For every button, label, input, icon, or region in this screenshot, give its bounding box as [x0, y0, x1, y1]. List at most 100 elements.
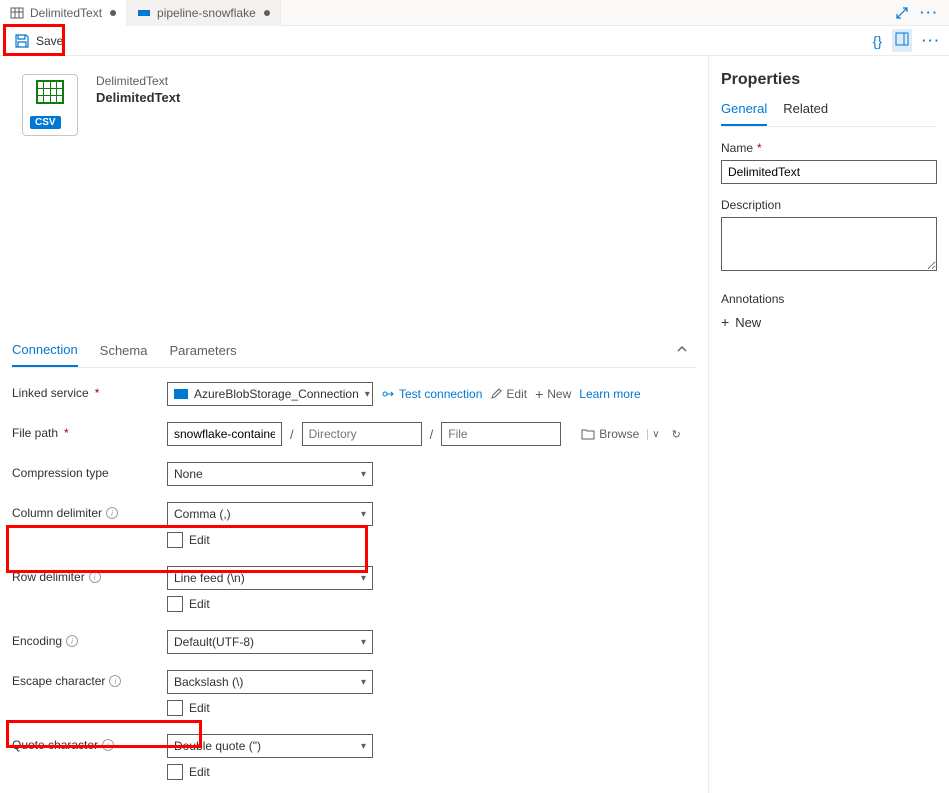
column-delimiter-select[interactable]: Comma (,)▾	[167, 502, 373, 526]
more-icon[interactable]: ···	[922, 33, 941, 48]
row-linked-service: Linked service* AzureBlobStorage_Connect…	[12, 382, 696, 408]
file-path-label: File path*	[12, 422, 167, 440]
chevron-down-icon: ▾	[361, 741, 366, 752]
row-quote: Quote characteri Double quote (")▾	[12, 734, 696, 760]
csv-badge: CSV	[30, 116, 61, 129]
properties-icon	[895, 32, 909, 46]
dataset-name: DelimitedText	[96, 90, 180, 105]
linked-service-select[interactable]: AzureBlobStorage_Connection ▾	[167, 382, 373, 406]
new-linked-service-button[interactable]: + New	[535, 386, 571, 402]
test-icon	[381, 387, 395, 401]
row-column-delimiter: Column delimiteri Comma (,)▾	[12, 502, 696, 528]
chevron-down-icon: ▾	[361, 573, 366, 584]
quote-edit-checkbox[interactable]	[167, 764, 183, 780]
rowdelim-edit-checkbox[interactable]	[167, 596, 183, 612]
table-icon	[10, 6, 24, 20]
collapse-section-button[interactable]	[668, 335, 696, 366]
chevron-down-icon: ▾	[365, 389, 370, 400]
info-icon[interactable]: i	[106, 507, 118, 519]
props-tab-related[interactable]: Related	[783, 101, 828, 126]
tab-schema[interactable]: Schema	[100, 335, 148, 366]
connection-form: Linked service* AzureBlobStorage_Connect…	[0, 368, 708, 793]
more-icon[interactable]: ···	[920, 5, 939, 20]
escape-edit-checkbox[interactable]	[167, 700, 183, 716]
container-input[interactable]	[167, 422, 282, 446]
edit-label: Edit	[189, 597, 210, 611]
column-delimiter-label: Column delimiteri	[12, 502, 167, 520]
editor-pane: CSV DelimitedText DelimitedText Connecti…	[0, 56, 709, 793]
info-icon[interactable]: i	[66, 635, 78, 647]
properties-toggle-button[interactable]	[892, 29, 912, 52]
file-input[interactable]	[441, 422, 561, 446]
toolbar-right: {} ···	[873, 29, 949, 52]
directory-input[interactable]	[302, 422, 422, 446]
plus-icon: +	[535, 386, 543, 402]
encoding-label: Encodingi	[12, 630, 167, 648]
edit-label: Edit	[189, 701, 210, 715]
refresh-icon[interactable]: ↻	[672, 428, 681, 441]
tab-parameters[interactable]: Parameters	[169, 335, 236, 366]
dataset-header: CSV DelimitedText DelimitedText	[0, 56, 708, 144]
description-field-label: Description	[721, 198, 937, 212]
new-annotation-label: New	[735, 315, 761, 330]
main-area: CSV DelimitedText DelimitedText Connecti…	[0, 56, 949, 793]
csv-file-icon: CSV	[22, 74, 78, 136]
name-field-label: Name*	[721, 141, 937, 155]
row-escape: Escape characteri Backslash (\)▾	[12, 670, 696, 696]
tabs-right-actions: ···	[894, 5, 949, 21]
toolbar: Save {} ···	[0, 26, 949, 56]
dataset-type: DelimitedText	[96, 74, 180, 88]
dataset-names: DelimitedText DelimitedText	[96, 74, 180, 105]
expand-icon[interactable]	[894, 5, 910, 21]
document-tabs: DelimitedText pipeline-snowflake ···	[0, 0, 949, 26]
encoding-select[interactable]: Default(UTF-8)▾	[167, 630, 373, 654]
row-delimiter-label: Row delimiteri	[12, 566, 167, 584]
path-sep: /	[290, 427, 294, 442]
pipeline-icon	[137, 6, 151, 20]
row-delimiter-edit-row: Edit	[167, 596, 696, 612]
quote-edit-row: Edit	[167, 764, 696, 780]
name-input[interactable]	[721, 160, 937, 184]
dirty-indicator-icon	[264, 10, 270, 16]
tab-connection[interactable]: Connection	[12, 334, 78, 367]
quote-label: Quote characteri	[12, 734, 167, 752]
description-input[interactable]	[721, 217, 937, 271]
browse-button[interactable]: Browse	[581, 427, 639, 441]
edit-label: Edit	[189, 533, 210, 547]
row-compression: Compression type None▾	[12, 462, 696, 488]
pencil-icon	[490, 388, 502, 400]
coldelim-edit-checkbox[interactable]	[167, 532, 183, 548]
section-tabs: Connection Schema Parameters	[12, 334, 696, 368]
chevron-down-icon: ▾	[361, 509, 366, 520]
row-file-path: File path* / / Browse ∨ ↻	[12, 422, 696, 448]
row-row-delimiter: Row delimiteri Line feed (\n)▾	[12, 566, 696, 592]
row-encoding: Encodingi Default(UTF-8)▾	[12, 630, 696, 656]
tab-delimitedtext[interactable]: DelimitedText	[0, 0, 127, 26]
info-icon[interactable]: i	[109, 675, 121, 687]
chevron-down-icon: ▾	[361, 637, 366, 648]
quote-select[interactable]: Double quote (")▾	[167, 734, 373, 758]
tab-label: DelimitedText	[30, 6, 102, 20]
chevron-down-icon: ▾	[361, 677, 366, 688]
annotations-label: Annotations	[721, 292, 937, 306]
add-annotation-button[interactable]: + New	[721, 314, 937, 330]
linked-service-label: Linked service*	[12, 382, 167, 400]
props-tab-general[interactable]: General	[721, 101, 767, 126]
code-icon[interactable]: {}	[873, 33, 882, 49]
azure-storage-icon	[174, 389, 188, 399]
row-delimiter-select[interactable]: Line feed (\n)▾	[167, 566, 373, 590]
chevron-up-icon	[676, 343, 688, 355]
browse-more-button[interactable]: ∨	[647, 429, 663, 440]
save-label: Save	[36, 34, 63, 48]
info-icon[interactable]: i	[102, 739, 114, 751]
info-icon[interactable]: i	[89, 571, 101, 583]
compression-select[interactable]: None▾	[167, 462, 373, 486]
edit-linked-service-button[interactable]: Edit	[490, 387, 527, 401]
properties-tabs: General Related	[721, 101, 937, 127]
tab-pipeline-snowflake[interactable]: pipeline-snowflake	[127, 0, 281, 26]
learn-more-link[interactable]: Learn more	[579, 387, 640, 401]
escape-select[interactable]: Backslash (\)▾	[167, 670, 373, 694]
save-button[interactable]: Save	[4, 30, 73, 52]
escape-edit-row: Edit	[167, 700, 696, 716]
test-connection-button[interactable]: Test connection	[381, 387, 482, 401]
